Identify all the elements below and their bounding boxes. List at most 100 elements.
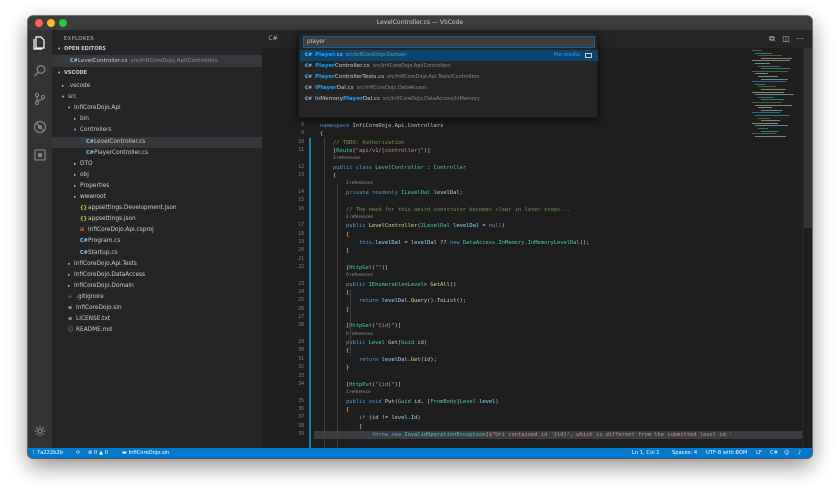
search-icon[interactable] <box>31 64 49 82</box>
tree-item[interactable]: ▸ obj <box>52 170 262 181</box>
code-token: Route <box>336 148 353 155</box>
open-editors-section[interactable]: ▾ OPEN EDITORS <box>52 44 262 54</box>
code-line[interactable]: [HttpPut("{id}")] <box>320 381 401 389</box>
quick-open-result[interactable]: C# InMemoryPlayerDal.cs src/InfiCoreDojo.D… <box>300 94 598 105</box>
code-line[interactable]: public void Put(Guid id, [FromBody]Level… <box>320 398 499 406</box>
sync-icon[interactable]: ⟳ <box>76 448 80 458</box>
code-line[interactable]: { <box>320 423 362 431</box>
line-number: 19 <box>298 239 304 245</box>
code-line[interactable]: { <box>320 172 336 180</box>
encoding-item[interactable]: UTF-8 with BOM <box>706 448 747 458</box>
tree-item[interactable]: C#PlayerController.cs <box>52 148 262 159</box>
more-actions-icon[interactable]: ⋯ <box>794 33 806 45</box>
problems-item[interactable]: ⊗ 0 ▲ 0 <box>88 448 108 458</box>
code-line[interactable]: throw new InvalidOperationException($"Ur… <box>314 430 802 440</box>
explorer-files-icon[interactable] <box>31 36 49 54</box>
language-mode-item[interactable]: C# <box>770 448 778 458</box>
code-token: HttpPut <box>349 381 372 388</box>
open-changes-icon[interactable]: ⧉ <box>766 33 778 45</box>
tree-item[interactable]: ▸ .vscode <box>52 81 262 92</box>
code-line[interactable]: public class LevelController : Controlle… <box>320 164 466 172</box>
tree-item[interactable]: ▸ DTO <box>52 159 262 170</box>
line-number: 14 <box>298 189 304 195</box>
workspace-section[interactable]: ▾ VSCODE <box>52 68 262 78</box>
split-editor-icon[interactable]: ◫ <box>780 33 792 45</box>
tree-item[interactable]: ▸ InfiCoreDojo.Api.Tests <box>52 259 262 270</box>
feedback-smiley-icon[interactable]: ☺ <box>784 448 789 458</box>
tree-item[interactable]: ▸ InfiCoreDojo.Domain <box>52 281 262 292</box>
code-line[interactable]: public IEnumerable<Level> GetAll() <box>320 281 456 289</box>
result-file-name: PlayerControllerTests.cs <box>315 74 384 80</box>
code-line[interactable]: [HttpGet("{id}")] <box>320 322 401 330</box>
code-token: levelDal <box>453 223 480 230</box>
code-line[interactable]: this.levelDal = levelDal ?? new DataAcce… <box>320 239 589 247</box>
csharp-file-icon: C# <box>80 249 88 256</box>
tree-item[interactable]: ≡ LICENSE.txt <box>52 314 262 325</box>
cursor-position[interactable]: Ln 1, Col 1 <box>632 448 660 458</box>
tree-item[interactable]: {}appsettings.Development.json <box>52 203 262 214</box>
notifications-bell-icon[interactable]: ♪ <box>798 448 801 458</box>
quick-open-result[interactable]: C# PlayerControllerTests.cs src/InfiCoreDo… <box>300 72 598 83</box>
codelens-references[interactable]: 2 references <box>320 155 360 163</box>
tree-item[interactable]: {}appsettings.json <box>52 214 262 225</box>
minimap-line <box>761 89 786 90</box>
maximize-window-button[interactable] <box>59 19 67 27</box>
indentation-item[interactable]: Spaces: 4 <box>672 448 697 458</box>
codelens-references[interactable]: 2 references <box>320 214 373 222</box>
code-line[interactable]: if (id != level.Id) <box>320 414 421 422</box>
tree-item[interactable]: ▸ InfiCoreDojo.DataAccess <box>52 270 262 281</box>
close-window-button[interactable] <box>35 19 43 27</box>
code-line[interactable]: namespace InfiCoreDojo.Api.Controllers <box>320 122 443 130</box>
extensions-icon[interactable] <box>31 148 49 166</box>
tree-item[interactable]: ▸ Properties <box>52 181 262 192</box>
tree-item[interactable]: ▾ Controllers <box>52 125 262 136</box>
tree-item[interactable]: ⊞ InfiCoreDojo.Api.csproj <box>52 225 262 236</box>
scrollbar-thumb[interactable] <box>804 48 812 228</box>
minimize-window-button[interactable] <box>47 19 55 27</box>
tree-item[interactable]: C#LevelController.cs <box>52 136 262 148</box>
editor-scrollbar[interactable] <box>802 48 812 448</box>
line-number: 34 <box>298 381 304 387</box>
open-editor-item[interactable]: C#LevelController.cs src/InfiCoreDojo.Api… <box>52 55 262 67</box>
quick-open-input[interactable] <box>303 36 595 48</box>
tree-item[interactable]: ⓘ README.md <box>52 325 262 336</box>
code-token: (). <box>427 298 437 305</box>
name-prefix: InMemory <box>315 96 344 102</box>
codelens-references[interactable]: 3 references <box>320 180 373 188</box>
quick-open-result[interactable]: C# Player.cs src/InfiCoreDojo.Domain file r… <box>300 50 598 61</box>
quick-open-result[interactable]: C# IPlayerDal.cs src/InfiCoreDojo.DataAcce… <box>300 83 598 94</box>
codelens-references[interactable]: 0 references <box>320 331 373 339</box>
tree-item[interactable]: ▸ bin <box>52 114 262 125</box>
code-line[interactable]: // TODO: Authorization <box>320 139 404 147</box>
codelens-references[interactable]: 1 reference <box>320 389 371 397</box>
tree-item[interactable]: ▸ wwwroot <box>52 192 262 203</box>
open-to-side-icon[interactable] <box>585 53 592 58</box>
codelens-references[interactable]: 0 references <box>320 272 373 280</box>
code-line[interactable]: public LevelController(ILevelDal levelDa… <box>320 222 505 230</box>
tree-item[interactable]: ▾ InfiCoreDojo.Api <box>52 103 262 114</box>
tree-item[interactable]: C#Program.cs <box>52 236 262 247</box>
code-line[interactable]: // The need for this weird construtor be… <box>320 206 570 214</box>
code-line[interactable]: { <box>320 130 323 138</box>
debug-icon[interactable] <box>31 120 49 138</box>
tree-item[interactable]: ▾ src <box>52 92 262 103</box>
code-line[interactable]: private readonly ILevelDal levelDal; <box>320 189 463 197</box>
project-item[interactable]: ▬ InfiCoreDojo.sln <box>122 448 169 458</box>
eol-item[interactable]: LF <box>756 448 762 458</box>
git-branch-item[interactable]: ᚴ 7a222b2b <box>32 448 63 458</box>
settings-gear-icon[interactable] <box>31 424 49 442</box>
minimap[interactable] <box>750 50 802 140</box>
code-line[interactable]: return levelDal.Query().ToList(); <box>320 297 466 305</box>
tree-item-label: Startup.cs <box>88 249 118 256</box>
tree-item[interactable]: C#Startup.cs <box>52 248 262 259</box>
source-control-icon[interactable] <box>31 92 49 110</box>
line-number: 29 <box>298 340 304 346</box>
tree-item[interactable]: ◆ .gitignore <box>52 292 262 303</box>
quick-open-result[interactable]: C# PlayerController.cs src/InfiCoreDojo.Ap… <box>300 61 598 72</box>
tree-item[interactable]: ≡ InfiCoreDojo.sln <box>52 303 262 314</box>
code-line[interactable]: [Route("api/v1/[controller]")] <box>320 147 430 155</box>
code-line[interactable]: [HttpGet("")] <box>320 264 388 272</box>
name-match: Player <box>343 96 363 102</box>
code-token: { <box>320 173 337 180</box>
